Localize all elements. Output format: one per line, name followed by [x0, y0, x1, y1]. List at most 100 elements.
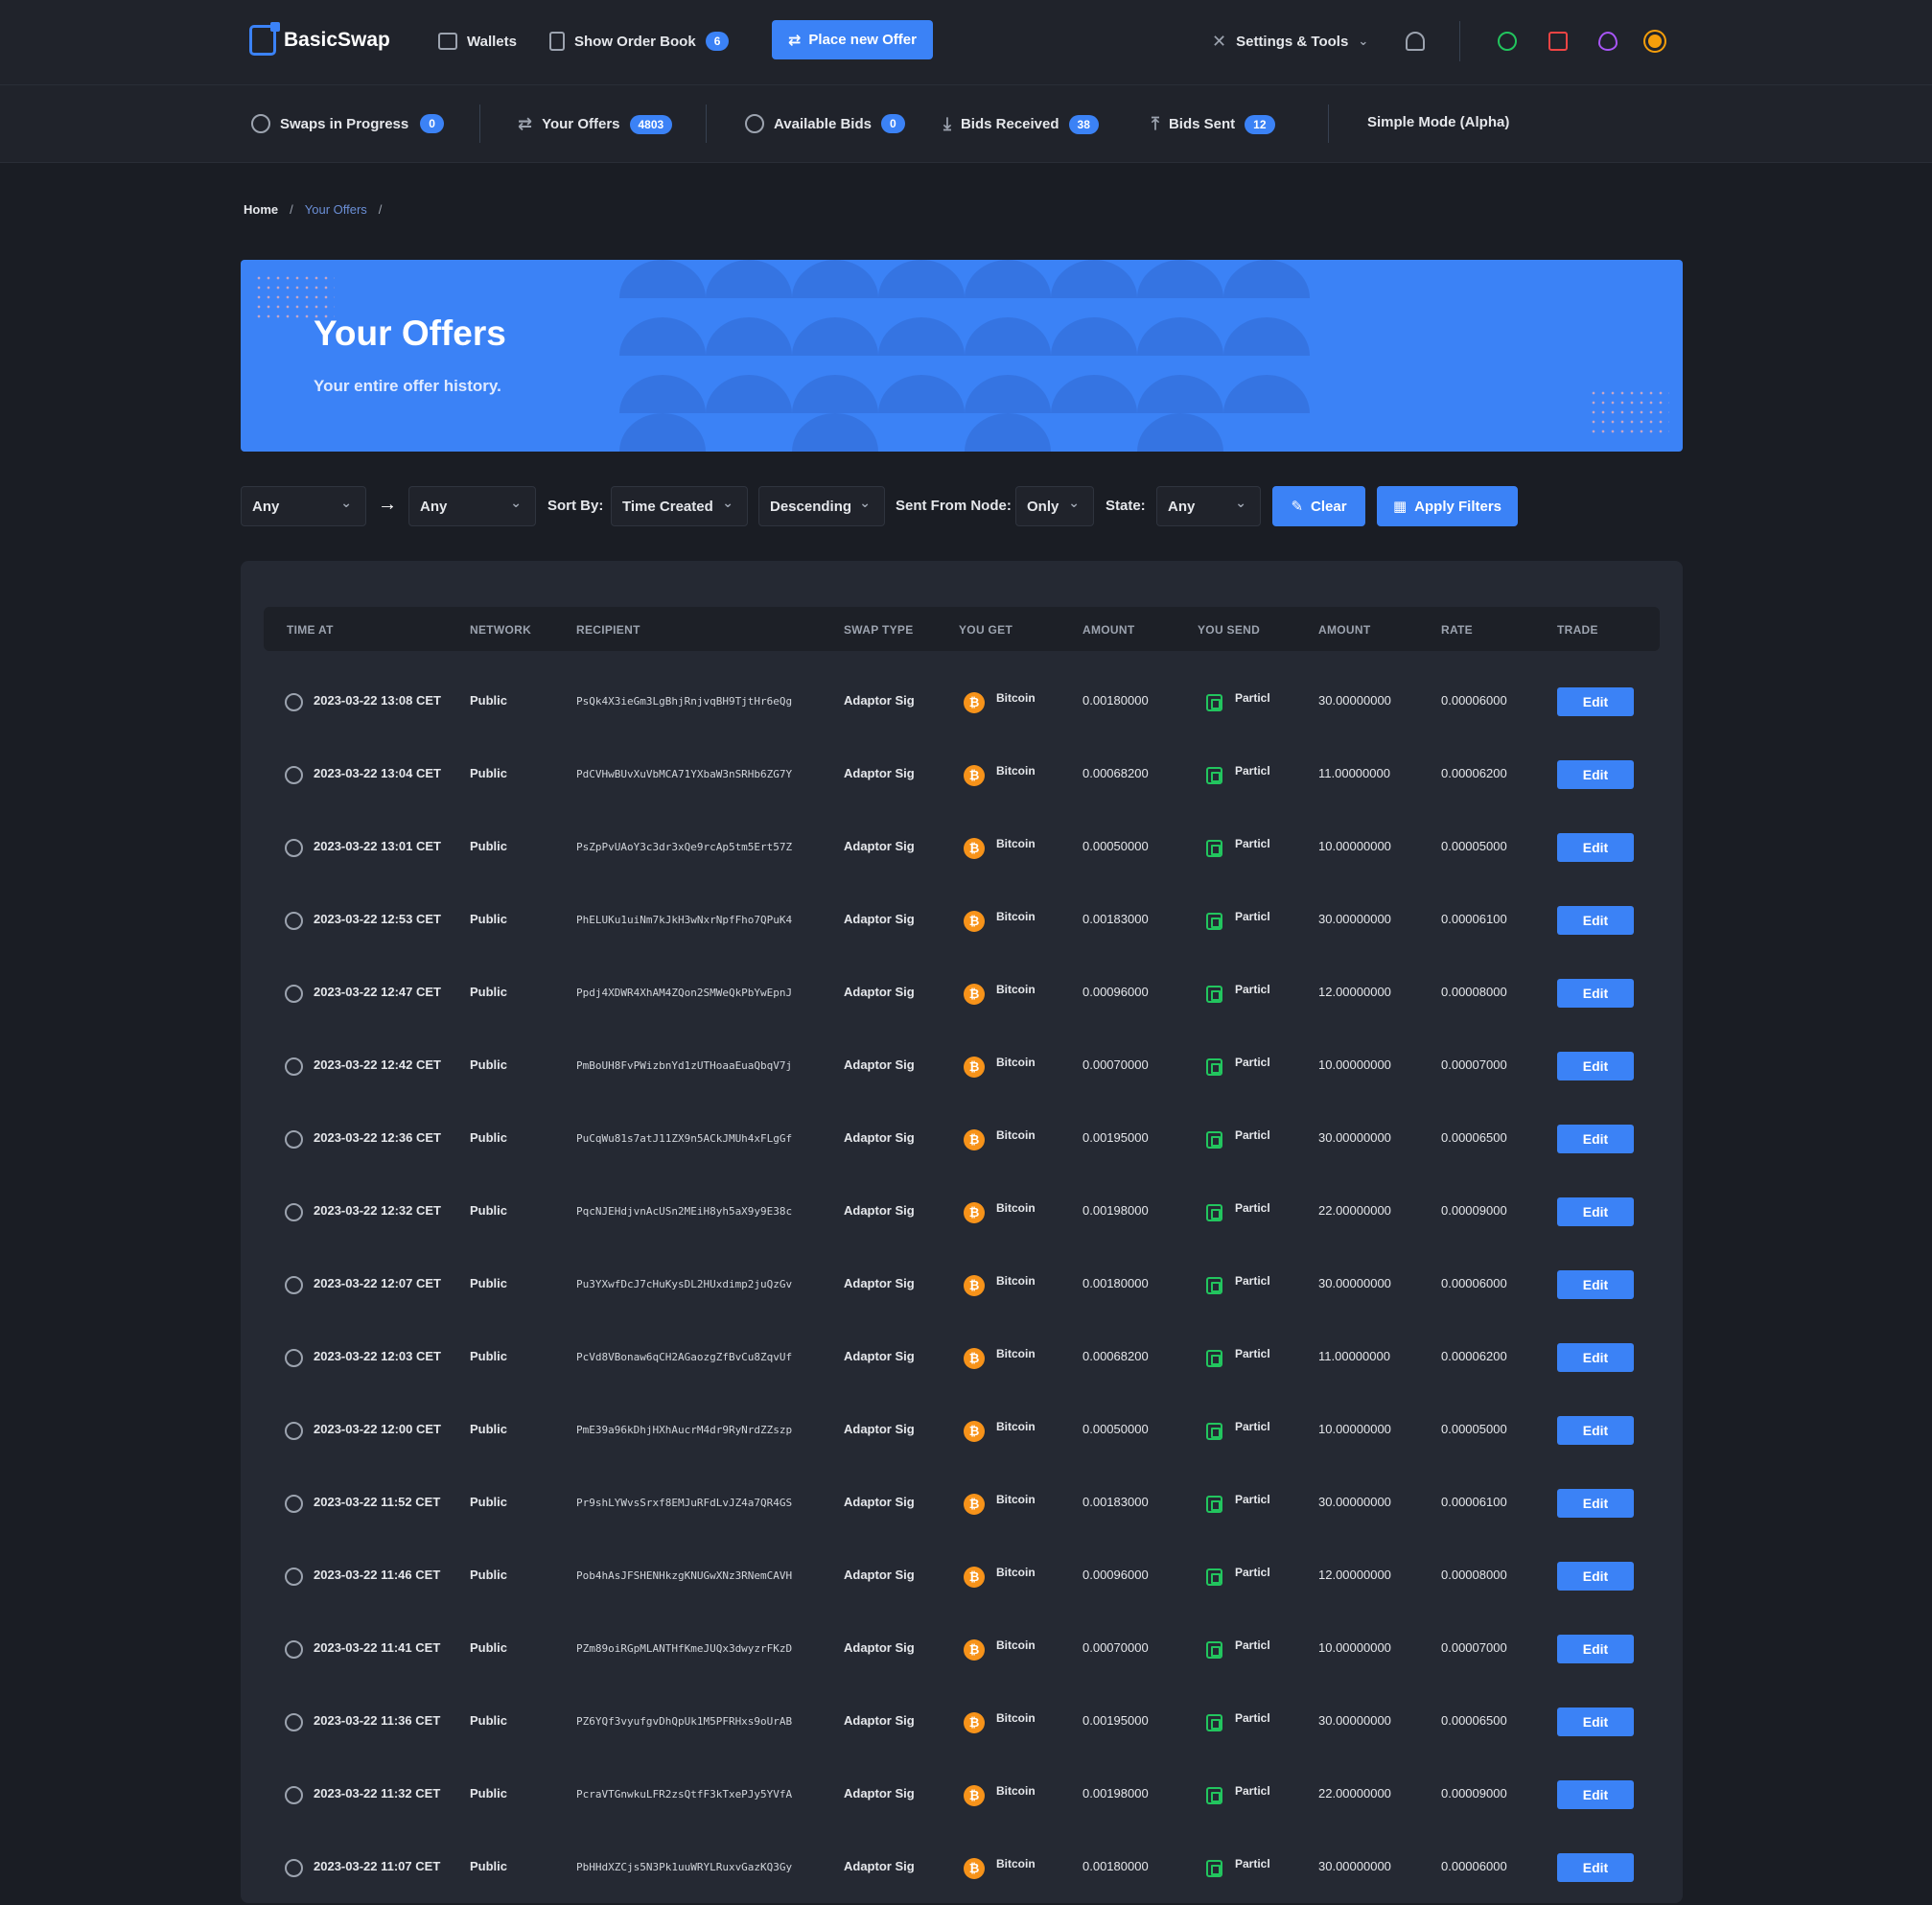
row-get-amount: 0.00096000 — [1082, 985, 1149, 999]
particl-icon — [1206, 1860, 1222, 1877]
row-time: 2023-03-22 12:36 CET — [314, 1130, 441, 1145]
sort-by-select[interactable]: Time Created — [611, 486, 748, 526]
row-you-send: Particl — [1235, 1274, 1270, 1288]
edit-offer-button[interactable]: Edit — [1557, 1489, 1634, 1518]
clock-icon — [285, 1130, 303, 1149]
row-network: Public — [470, 1495, 508, 1509]
nav-order-book[interactable]: Show Order Book 6 — [549, 29, 730, 54]
nav-wallets[interactable]: Wallets — [438, 29, 517, 54]
tor-mask-icon[interactable] — [1498, 32, 1517, 51]
coin-from-select[interactable]: Any — [241, 486, 366, 526]
row-get-amount: 0.00198000 — [1082, 1786, 1149, 1800]
nav-settings-tools[interactable]: ✕ Settings & Tools ⌄ — [1212, 29, 1368, 54]
table-row: 2023-03-22 12:03 CET Public PcVd8VBonaw6qC… — [241, 1322, 1683, 1395]
offers-table: TIME AT NETWORK RECIPIENT SWAP TYPE YOU … — [241, 561, 1683, 1903]
place-new-offer-button[interactable]: ⇄ Place new Offer — [772, 20, 933, 59]
table-row: 2023-03-22 12:00 CET Public PmE39a96kDhjHX… — [241, 1395, 1683, 1468]
nav-available-bids[interactable]: Available Bids 0 — [745, 114, 905, 133]
nav-your-offers[interactable]: ⇄ Your Offers 4803 — [518, 114, 673, 134]
state-select[interactable]: Any — [1156, 486, 1261, 526]
bitcoin-icon: ₿ — [964, 1275, 985, 1296]
row-rate: 0.00006000 — [1441, 1859, 1507, 1873]
col-swap-type: SWAP TYPE — [844, 623, 914, 637]
clock-icon — [285, 1276, 303, 1294]
row-rate: 0.00008000 — [1441, 1568, 1507, 1582]
particl-icon — [1206, 1058, 1222, 1076]
particl-icon — [1206, 913, 1222, 930]
row-network: Public — [470, 1057, 508, 1072]
edit-offer-button[interactable]: Edit — [1557, 760, 1634, 789]
breadcrumb-current[interactable]: Your Offers — [305, 202, 367, 217]
edit-offer-button[interactable]: Edit — [1557, 1780, 1634, 1809]
row-get-amount: 0.00195000 — [1082, 1713, 1149, 1728]
row-you-get: Bitcoin — [996, 1784, 1036, 1798]
clock-icon — [285, 1859, 303, 1877]
row-send-amount: 11.00000000 — [1318, 766, 1390, 780]
edit-offer-button[interactable]: Edit — [1557, 906, 1634, 935]
row-swap-type: Adaptor Sig — [844, 1495, 915, 1509]
bitcoin-icon: ₿ — [964, 1567, 985, 1588]
notifications-bell-icon[interactable] — [1406, 32, 1425, 51]
wallet-icon — [438, 33, 457, 50]
row-recipient: PuCqWu81s7atJ11ZX9n5ACkJMUh4xFLgGf — [576, 1132, 793, 1145]
broom-icon: ✎ — [1291, 499, 1304, 515]
edit-offer-button[interactable]: Edit — [1557, 1197, 1634, 1226]
row-time: 2023-03-22 12:42 CET — [314, 1057, 441, 1072]
nav-simple-mode[interactable]: Simple Mode (Alpha) — [1367, 114, 1509, 130]
edit-offer-button[interactable]: Edit — [1557, 1125, 1634, 1153]
bitcoin-icon: ₿ — [964, 765, 985, 786]
row-get-amount: 0.00068200 — [1082, 1349, 1149, 1363]
nav-swaps-in-progress[interactable]: Swaps in Progress 0 — [251, 114, 444, 133]
row-network: Public — [470, 1640, 508, 1655]
clock-icon — [285, 1568, 303, 1586]
clear-filters-button[interactable]: ✎ Clear — [1272, 486, 1365, 526]
nav-bids-received[interactable]: ⤓ Bids Received 38 — [943, 114, 1099, 134]
coin-to-select[interactable]: Any — [408, 486, 536, 526]
edit-offer-button[interactable]: Edit — [1557, 1270, 1634, 1299]
row-recipient: Pr9shLYWvsSrxf8EMJuRFdLvJZ4a7QR4GS — [576, 1497, 793, 1509]
apply-filters-button[interactable]: ▦ Apply Filters — [1377, 486, 1518, 526]
row-rate: 0.00006100 — [1441, 912, 1507, 926]
bitcoin-icon: ₿ — [964, 838, 985, 859]
sun-theme-icon[interactable] — [1648, 35, 1662, 48]
edit-offer-button[interactable]: Edit — [1557, 1708, 1634, 1736]
row-network: Public — [470, 1713, 508, 1728]
row-network: Public — [470, 693, 508, 708]
clock-icon — [285, 1203, 303, 1221]
edit-offer-button[interactable]: Edit — [1557, 1052, 1634, 1080]
row-swap-type: Adaptor Sig — [844, 1713, 915, 1728]
nav-bids-sent[interactable]: ⤒ Bids Sent 12 — [1152, 114, 1275, 134]
bids-received-badge: 38 — [1068, 114, 1099, 134]
row-get-amount: 0.00180000 — [1082, 1859, 1149, 1873]
edit-offer-button[interactable]: Edit — [1557, 1562, 1634, 1591]
edit-offer-button[interactable]: Edit — [1557, 1635, 1634, 1663]
available-bids-label: Available Bids — [774, 115, 872, 132]
row-send-amount: 30.00000000 — [1318, 1276, 1391, 1290]
row-you-get: Bitcoin — [996, 764, 1036, 778]
edit-offer-button[interactable]: Edit — [1557, 979, 1634, 1008]
row-recipient: PsZpPvUAoY3c3dr3xQe9rcAp5tm5Ert57Z — [576, 841, 793, 853]
banner-pattern-decoration — [619, 260, 1310, 452]
row-you-send: Particl — [1235, 1493, 1270, 1506]
sent-from-node-select[interactable]: Only — [1015, 486, 1094, 526]
app-logo[interactable]: BasicSwap — [249, 22, 390, 56]
sort-order-select[interactable]: Descending — [758, 486, 885, 526]
subnav-divider — [706, 105, 707, 143]
row-swap-type: Adaptor Sig — [844, 1859, 915, 1873]
row-you-get: Bitcoin — [996, 1347, 1036, 1360]
edit-offer-button[interactable]: Edit — [1557, 1416, 1634, 1445]
row-swap-type: Adaptor Sig — [844, 1640, 915, 1655]
table-row: 2023-03-22 11:52 CET Public Pr9shLYWvsSrxf… — [241, 1468, 1683, 1541]
row-swap-type: Adaptor Sig — [844, 1568, 915, 1582]
edit-offer-button[interactable]: Edit — [1557, 1343, 1634, 1372]
breadcrumb-separator: / — [378, 202, 383, 217]
edit-offer-button[interactable]: Edit — [1557, 687, 1634, 716]
offers-count-badge: 4803 — [629, 114, 673, 134]
unlocked-lock-icon[interactable] — [1548, 32, 1568, 51]
breadcrumb-home[interactable]: Home — [244, 202, 278, 217]
edit-offer-button[interactable]: Edit — [1557, 1853, 1634, 1882]
tor-onion-icon[interactable] — [1598, 32, 1618, 51]
table-header: TIME AT NETWORK RECIPIENT SWAP TYPE YOU … — [264, 607, 1660, 651]
edit-offer-button[interactable]: Edit — [1557, 833, 1634, 862]
clock-icon — [285, 1422, 303, 1440]
